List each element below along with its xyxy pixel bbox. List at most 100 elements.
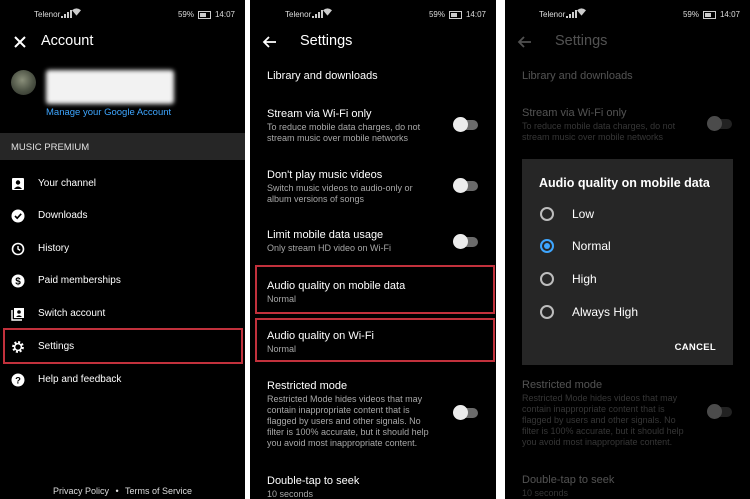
status-bar: Telenor 59% 14:07 — [505, 0, 750, 30]
row-subtitle: contain inappropriate content that is — [267, 405, 410, 415]
wifi-icon — [72, 8, 81, 16]
row-subtitle: stream music over mobile networks — [522, 132, 664, 142]
row-subtitle: you avoid most inappropriate content. — [522, 437, 673, 447]
row-value: 10 seconds — [522, 488, 569, 498]
row-title: Double-tap to seek — [267, 475, 360, 487]
row-subtitle: stream music over mobile networks — [267, 133, 409, 143]
row-title: Stream via Wi-Fi only — [522, 107, 627, 119]
dollar-icon: $ — [11, 274, 25, 288]
row-subtitle: Switch music videos to audio-only or — [267, 183, 413, 193]
clock: 14:07 — [465, 10, 486, 19]
app-bar: Account — [0, 28, 245, 58]
menu-item-history[interactable]: History — [0, 238, 245, 262]
row-subtitle: album versions of songs — [267, 194, 365, 204]
menu-item-downloads[interactable]: Downloads — [0, 205, 245, 229]
carrier-name: Telenor — [285, 10, 312, 19]
terms-link[interactable]: Terms of Service — [125, 486, 192, 496]
battery-icon — [448, 10, 462, 19]
switch-account-icon — [11, 308, 24, 321]
page-title: Settings — [555, 33, 608, 49]
row-subtitle: To reduce mobile data charges, do not — [522, 121, 676, 131]
radio-button[interactable] — [540, 207, 554, 221]
manage-account-link[interactable]: Manage your Google Account — [46, 107, 171, 118]
row-subtitle: filter is 100% accurate, but it should h… — [522, 426, 684, 436]
restricted-mode-toggle[interactable] — [453, 405, 478, 420]
dialog-title: Audio quality on mobile data — [539, 176, 710, 190]
row-title: Restricted mode — [267, 380, 348, 392]
history-icon — [11, 242, 25, 256]
row-title: Limit mobile data usage — [267, 229, 384, 241]
menu-label: Downloads — [38, 210, 88, 221]
stream-wifi-toggle — [707, 116, 732, 131]
wifi-icon — [323, 8, 332, 16]
app-bar: Settings — [250, 28, 496, 58]
radio-button[interactable] — [540, 272, 554, 286]
library-downloads-item[interactable]: Library and downloads — [267, 70, 378, 82]
menu-label: Your channel — [38, 178, 97, 189]
option-label: Low — [572, 207, 595, 221]
no-music-videos-toggle[interactable] — [453, 178, 478, 193]
battery-icon — [197, 10, 211, 19]
row-title: Restricted mode — [522, 379, 603, 391]
row-subtitle: Restricted Mode hides videos that may — [267, 394, 423, 404]
battery-percent: 59% — [428, 10, 445, 19]
app-bar: Settings — [505, 28, 750, 58]
clock: 14:07 — [214, 10, 235, 19]
settings-dialog-screen: Telenor 59% 14:07 Settings Library and do… — [505, 0, 750, 499]
highlight-frame — [3, 328, 243, 364]
page-title: Settings — [300, 33, 353, 49]
option-label: High — [572, 272, 597, 286]
menu-item-switch-account[interactable]: Switch account — [0, 303, 245, 327]
menu-label: History — [38, 243, 70, 254]
svg-text:?: ? — [15, 376, 21, 387]
menu-label: Switch account — [38, 308, 106, 319]
menu-item-help[interactable]: ? Help and feedback — [0, 369, 245, 393]
highlight-frame — [255, 265, 495, 314]
row-subtitle: contain inappropriate content that is — [522, 404, 665, 414]
cancel-button[interactable]: CANCEL — [675, 342, 716, 353]
library-downloads-item: Library and downloads — [522, 70, 633, 82]
restricted-mode-toggle — [707, 404, 732, 419]
row-subtitle: Restricted Mode hides videos that may — [522, 393, 678, 403]
row-subtitle: filter is 100% accurate, but it should h… — [267, 427, 429, 437]
menu-label: Help and feedback — [38, 374, 122, 385]
privacy-policy-link[interactable]: Privacy Policy — [53, 486, 109, 496]
download-check-icon — [11, 209, 25, 223]
menu-item-paid-memberships[interactable]: $ Paid memberships — [0, 270, 245, 294]
limit-data-toggle[interactable] — [453, 234, 478, 249]
help-icon: ? — [11, 373, 25, 387]
row-value: 10 seconds — [267, 489, 314, 499]
radio-button[interactable] — [540, 305, 554, 319]
battery-percent: 59% — [177, 10, 194, 19]
footer-separator: • — [115, 486, 119, 496]
radio-button-selected[interactable] — [540, 239, 554, 253]
audio-quality-dialog: Audio quality on mobile data Low Normal … — [522, 159, 733, 365]
menu-label: Paid memberships — [38, 275, 121, 286]
account-box-icon — [12, 178, 24, 190]
row-subtitle: flagged by users and other signals. No — [522, 415, 676, 425]
carrier-name: Telenor — [539, 10, 566, 19]
menu-item-your-channel[interactable]: Your channel — [0, 173, 245, 197]
close-icon[interactable] — [11, 33, 29, 51]
row-title: Don't play music videos — [267, 169, 383, 181]
stream-wifi-toggle[interactable] — [453, 117, 478, 132]
back-arrow-icon[interactable] — [261, 33, 279, 51]
battery-percent: 59% — [682, 10, 699, 19]
clock: 14:07 — [719, 10, 740, 19]
back-arrow-icon — [517, 36, 531, 48]
settings-screen: Telenor 59% 14:07 Settings Library and do… — [250, 0, 496, 499]
svg-text:$: $ — [15, 277, 21, 288]
row-subtitle: you avoid most inappropriate content. — [267, 438, 418, 448]
option-label: Normal — [572, 239, 611, 253]
avatar[interactable] — [11, 70, 36, 95]
row-title: Double-tap to seek — [522, 474, 615, 486]
account-name-redacted — [46, 70, 174, 104]
row-title: Stream via Wi-Fi only — [267, 108, 372, 120]
row-subtitle: To reduce mobile data charges, do not — [267, 122, 421, 132]
row-subtitle: flagged by users and other signals. No — [267, 416, 421, 426]
section-header-label: MUSIC PREMIUM — [11, 142, 90, 153]
account-screen: Telenor 59% 14:07 Account Manage your Goo… — [0, 0, 245, 499]
page-title: Account — [41, 33, 94, 49]
option-label: Always High — [572, 305, 639, 319]
carrier-name: Telenor — [34, 10, 61, 19]
